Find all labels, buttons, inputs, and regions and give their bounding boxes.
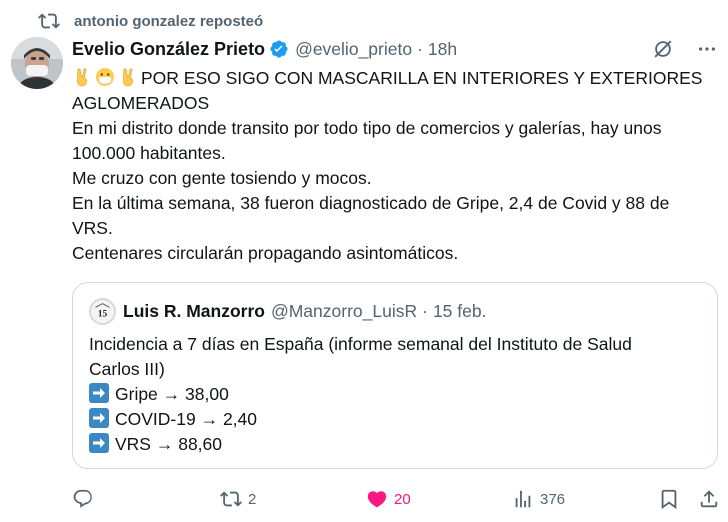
like-button[interactable]: 20 [366,484,411,514]
author-name[interactable]: Evelio González Prieto [72,39,265,60]
face-with-mask-emoji-icon [96,68,114,86]
tweet-line-6: En la última semana, 38 fueron diagnosti… [72,193,670,213]
quoted-author-avatar[interactable]: 15 [89,297,116,325]
quoted-bullet-3: VRS → 88,60 [89,432,699,457]
quoted-bullet-2-text: COVID-19 → 2,40 [115,409,257,429]
reply-button[interactable] [72,484,100,514]
tweet-line-3: En mi distrito donde transito por todo t… [72,118,662,138]
views-button[interactable]: 376 [512,484,565,514]
verified-badge-icon [270,40,288,58]
views-chart-icon [515,490,531,508]
right-arrow-icon [89,408,109,428]
separator: · [417,38,423,59]
repost-action-icon [220,491,242,507]
avatar-photo [11,37,63,89]
reply-icon [73,489,92,508]
quoted-timestamp[interactable]: 15 feb. [433,301,487,322]
quoted-line-2: Carlos III) [89,359,165,379]
views-count: 376 [540,490,566,508]
quoted-tweet-text: Incidencia a 7 días en España (informe s… [89,332,699,457]
quoted-separator: · [422,300,428,321]
tweet-line-1: POR ESO SIGO CON MASCARILLA EN INTERIORE… [72,66,717,91]
quoted-author-handle[interactable]: @Manzorro_LuisR [271,301,417,322]
tweet-action-bar: 2 20 376 [72,484,722,514]
like-count: 20 [394,490,411,508]
timestamp[interactable]: 18h [428,39,457,60]
tweet-top-actions [630,38,718,60]
repost-label: antonio gonzalez reposteó [74,12,264,30]
avatar[interactable] [11,37,63,89]
quoted-line-1: Incidencia a 7 días en España (informe s… [89,334,632,354]
grok-icon[interactable] [652,38,674,60]
quoted-avatar-text: 15 [98,309,108,319]
more-options-icon[interactable] [696,38,718,60]
share-button[interactable] [698,484,720,514]
bookmark-icon [661,489,677,510]
tweet-header: Evelio González Prieto @evelio_prieto · … [72,37,457,61]
tweet-line-1-text: POR ESO SIGO CON MASCARILLA EN INTERIORE… [141,68,703,88]
tweet-line-8: Centenares circularán propagando asintom… [72,243,459,263]
tweet-text: POR ESO SIGO CON MASCARILLA EN INTERIORE… [72,66,717,266]
quoted-author-name[interactable]: Luis R. Manzorro [123,301,265,322]
tweet-line-5: Me cruzo con gente tosiendo y mocos. [72,168,372,188]
right-arrow-icon [89,433,109,453]
repost-count: 2 [248,490,257,508]
quoted-bullet-1: Gripe → 38,00 [89,382,699,407]
share-icon [700,490,718,508]
quoted-tweet[interactable]: 15 Luis R. Manzorro @Manzorro_LuisR · 15… [72,282,718,469]
right-arrow-icon [89,383,109,403]
bookmark-button[interactable] [658,484,680,514]
victory-hand-emoji-icon [77,68,87,87]
author-handle[interactable]: @evelio_prieto [295,39,412,60]
repost-context[interactable]: antonio gonzalez reposteó [38,10,263,32]
quoted-tweet-header: 15 Luis R. Manzorro @Manzorro_LuisR · 15… [89,297,486,325]
repost-button[interactable]: 2 [220,484,256,514]
quoted-bullet-1-text: Gripe → 38,00 [115,384,229,404]
tweet-line-7: VRS. [72,218,113,238]
heart-filled-icon [367,491,387,508]
tweet-line-4: 100.000 habitantes. [72,143,226,163]
repost-icon [38,13,60,29]
quoted-bullet-2: COVID-19 → 2,40 [89,407,699,432]
tweet-line-2: AGLOMERADOS [72,93,210,113]
victory-hand-emoji-icon [123,68,133,87]
quoted-bullet-3-text: VRS → 88,60 [115,434,222,454]
